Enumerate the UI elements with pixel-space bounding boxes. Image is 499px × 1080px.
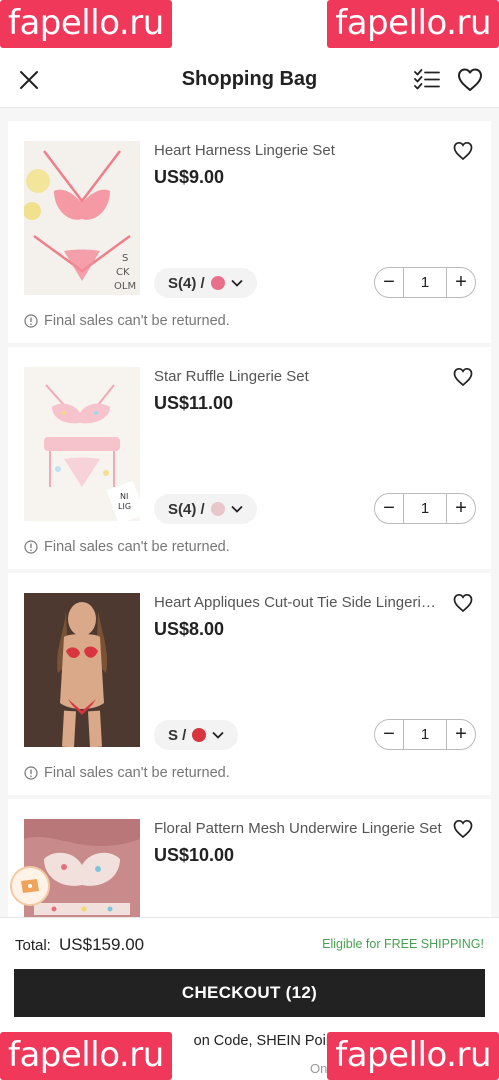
product-image[interactable]: NI LIG (24, 367, 140, 521)
quantity-stepper: − 1 + (374, 493, 476, 524)
header-row: Shopping Bag (0, 55, 499, 105)
quantity-value[interactable]: 1 (403, 494, 447, 523)
svg-text:CK: CK (116, 267, 130, 278)
cart-item: Floral Pattern Mesh Underwire Lingerie S… (8, 799, 491, 917)
decrease-quantity-button[interactable]: − (375, 268, 403, 297)
product-price: US$8.00 (154, 619, 225, 639)
product-price: US$11.00 (154, 393, 234, 413)
quantity-stepper: − 1 + (374, 267, 476, 298)
decrease-quantity-button[interactable]: − (375, 494, 403, 523)
total-value: US$159.00 (59, 935, 145, 954)
variant-selector[interactable]: S(4) / (154, 268, 257, 298)
increase-quantity-button[interactable]: + (447, 494, 475, 523)
free-shipping-note: Eligible for FREE SHIPPING! (322, 937, 484, 951)
chevron-down-icon (231, 505, 243, 513)
color-swatch (210, 276, 225, 290)
quantity-value[interactable]: 1 (403, 268, 447, 297)
product-price: US$9.00 (154, 167, 225, 187)
variant-label: S(4) / (168, 274, 205, 292)
checkout-button[interactable]: CHECKOUT (12) (14, 969, 485, 1017)
product-price: US$10.00 (154, 845, 235, 865)
cart-item: S CK OLM Heart Harness Lingerie Set US$9… (8, 121, 491, 343)
save-heart-icon[interactable] (452, 818, 474, 840)
watermark-bottom-left: fapello.ru (0, 1032, 172, 1080)
checklist-icon[interactable] (413, 67, 441, 93)
cart-item-list[interactable]: S CK OLM Heart Harness Lingerie Set US$9… (0, 109, 499, 917)
decrease-quantity-button[interactable]: − (375, 720, 403, 749)
variant-label: S(4) / (168, 500, 205, 518)
svg-text:NI: NI (120, 492, 128, 501)
total-label: Total: (15, 937, 51, 954)
product-name[interactable]: Heart Harness Lingerie Set (154, 142, 442, 159)
watermark-bottom-right: fapello.ru (327, 1032, 499, 1080)
order-total: Total: US$159.00 (15, 935, 144, 955)
coupon-icon (21, 879, 39, 893)
info-icon (24, 540, 38, 554)
increase-quantity-button[interactable]: + (447, 720, 475, 749)
info-icon (24, 314, 38, 328)
cart-item: Heart Appliques Cut-out Tie Side Lingeri… (8, 573, 491, 795)
color-swatch (192, 728, 207, 742)
increase-quantity-button[interactable]: + (447, 268, 475, 297)
variant-selector[interactable]: S / (154, 720, 239, 750)
cart-item: NI LIG Star Ruffle Lingerie Set US$11.00… (8, 347, 491, 569)
product-name[interactable]: Star Ruffle Lingerie Set (154, 368, 442, 385)
variant-selector[interactable]: S(4) / (154, 494, 257, 524)
save-heart-icon[interactable] (452, 140, 474, 162)
save-heart-icon[interactable] (452, 592, 474, 614)
color-swatch (210, 502, 225, 516)
chevron-down-icon (212, 731, 224, 739)
final-sale-notice: Final sales can't be returned. (24, 539, 230, 555)
product-name[interactable]: Heart Appliques Cut-out Tie Side Lingeri… (154, 594, 442, 611)
svg-text:LIG: LIG (118, 502, 131, 511)
quantity-stepper: − 1 + (374, 719, 476, 750)
notice-text: Final sales can't be returned. (44, 313, 230, 329)
product-name[interactable]: Floral Pattern Mesh Underwire Lingerie S… (154, 820, 442, 837)
svg-text:OLM: OLM (114, 281, 136, 292)
product-image[interactable] (24, 593, 140, 747)
save-heart-icon[interactable] (452, 366, 474, 388)
watermark-top-left: fapello.ru (0, 0, 172, 48)
final-sale-notice: Final sales can't be returned. (24, 313, 230, 329)
wishlist-heart-icon[interactable] (456, 66, 484, 94)
notice-text: Final sales can't be returned. (44, 765, 230, 781)
svg-text:S: S (122, 253, 128, 264)
final-sale-notice: Final sales can't be returned. (24, 765, 230, 781)
watermark-top-right: fapello.ru (327, 0, 499, 48)
chevron-down-icon (231, 279, 243, 287)
notice-text: Final sales can't be returned. (44, 539, 230, 555)
variant-label: S / (168, 726, 187, 744)
product-image[interactable]: S CK OLM (24, 141, 140, 295)
quantity-value[interactable]: 1 (403, 720, 447, 749)
info-icon (24, 766, 38, 780)
promo-text: on Code, SHEIN Points (193, 1033, 346, 1049)
coupon-float-button[interactable] (10, 866, 50, 906)
